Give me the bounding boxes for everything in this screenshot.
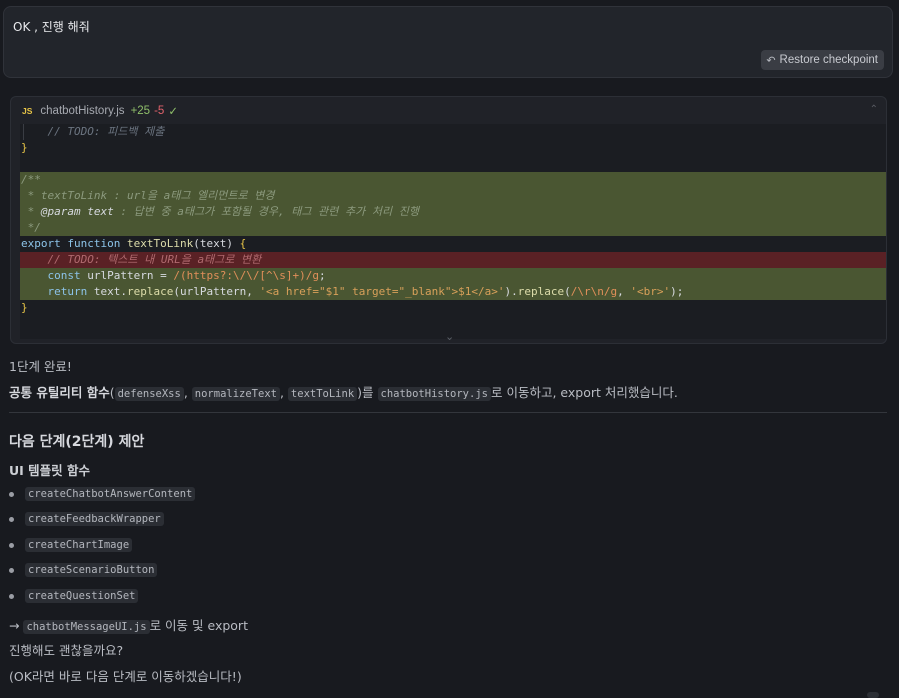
inline-code: normalizeText <box>191 387 280 401</box>
function-name: createFeedbackWrapper <box>25 512 164 526</box>
code-line: // TODO: 피드백 제출 <box>20 124 886 140</box>
code-line-added: const urlPattern = /(https?:\/\/[^\s]+)/… <box>20 268 886 284</box>
lines-removed-count: -5 <box>154 104 165 117</box>
user-message-bubble: OK , 진행 해줘 ↶ Restore checkpoint <box>3 6 893 78</box>
inline-code: textToLink <box>287 387 358 401</box>
divider <box>9 412 887 413</box>
bullet-icon <box>9 491 14 497</box>
code-line: } <box>21 141 28 154</box>
inline-code-file[interactable]: chatbotMessageUI.js <box>23 620 150 634</box>
code-line-added: /** <box>20 172 886 188</box>
code-line-added: */ <box>20 220 886 236</box>
code-line-added: * textToLink : url을 a태그 엘리먼트로 변경 <box>20 188 886 204</box>
code-line-removed: // TODO: 텍스트 내 URL을 a태그로 변환 <box>20 252 886 268</box>
code-body: // TODO: 피드백 제출 } /** * textToLink : url… <box>20 124 886 339</box>
inline-code-file[interactable]: chatbotHistory.js <box>377 387 491 401</box>
list-item: createQuestionSet <box>9 589 139 603</box>
move-instruction: → chatbotMessageUI.js 로 이동 및 export <box>9 618 248 634</box>
step-done-text: 1단계 완료! <box>9 359 72 374</box>
restore-icon: ↶ <box>766 54 776 67</box>
js-file-icon: JS <box>22 105 33 116</box>
code-block-header[interactable]: JS chatbotHistory.js +25 -5 ✓ ⌃ <box>11 97 886 124</box>
bullet-icon <box>9 542 14 548</box>
code-line: } <box>21 301 28 314</box>
next-step-heading: 다음 단계(2단계) 제안 <box>9 434 145 450</box>
function-name: createScenarioButton <box>25 563 158 577</box>
restore-checkpoint-label: Restore checkpoint <box>779 54 878 66</box>
code-diff-block: JS chatbotHistory.js +25 -5 ✓ ⌃ // TODO:… <box>10 96 887 344</box>
function-name: createChatbotAnswerContent <box>25 487 196 501</box>
summary-bold: 공통 유틸리티 함수 <box>9 385 110 400</box>
inline-code: defenseXss <box>114 387 184 401</box>
code-file-name[interactable]: chatbotHistory.js <box>40 105 124 117</box>
user-message-text: OK , 진행 해줘 <box>13 20 90 34</box>
list-item: createFeedbackWrapper <box>9 512 164 526</box>
expand-collapse-icon[interactable]: ⌃ <box>870 104 878 115</box>
function-name: createQuestionSet <box>25 589 139 603</box>
lines-added-count: +25 <box>130 104 151 117</box>
ui-template-heading: UI 템플릿 함수 <box>9 463 91 478</box>
function-name: createChartImage <box>25 538 133 552</box>
question-text: 진행해도 괜찮을까요? <box>9 643 124 658</box>
list-item: createChartImage <box>9 538 133 552</box>
list-item: createScenarioButton <box>9 563 158 577</box>
bullet-icon <box>9 516 14 522</box>
list-item: createChatbotAnswerContent <box>9 487 196 501</box>
code-line-added: * @param text : 답변 중 a태그가 포함될 경우, 태그 관련 … <box>20 204 886 220</box>
bullet-icon <box>9 567 14 573</box>
code-line: export function textToLink(text) { <box>21 237 247 250</box>
scrollbar-thumb[interactable] <box>867 692 879 698</box>
check-icon: ✓ <box>168 105 178 118</box>
summary-paragraph: 공통 유틸리티 함수(defenseXss, normalizeText, te… <box>9 385 678 401</box>
restore-checkpoint-button[interactable]: ↶ Restore checkpoint <box>761 50 884 70</box>
code-line-added: return text.replace(urlPattern, '<a href… <box>20 284 886 300</box>
bullet-icon <box>9 593 14 599</box>
ok-note-text: (OK라면 바로 다음 단계로 이동하겠습니다!) <box>9 669 242 684</box>
chevron-down-icon[interactable]: ⌄ <box>445 330 454 343</box>
